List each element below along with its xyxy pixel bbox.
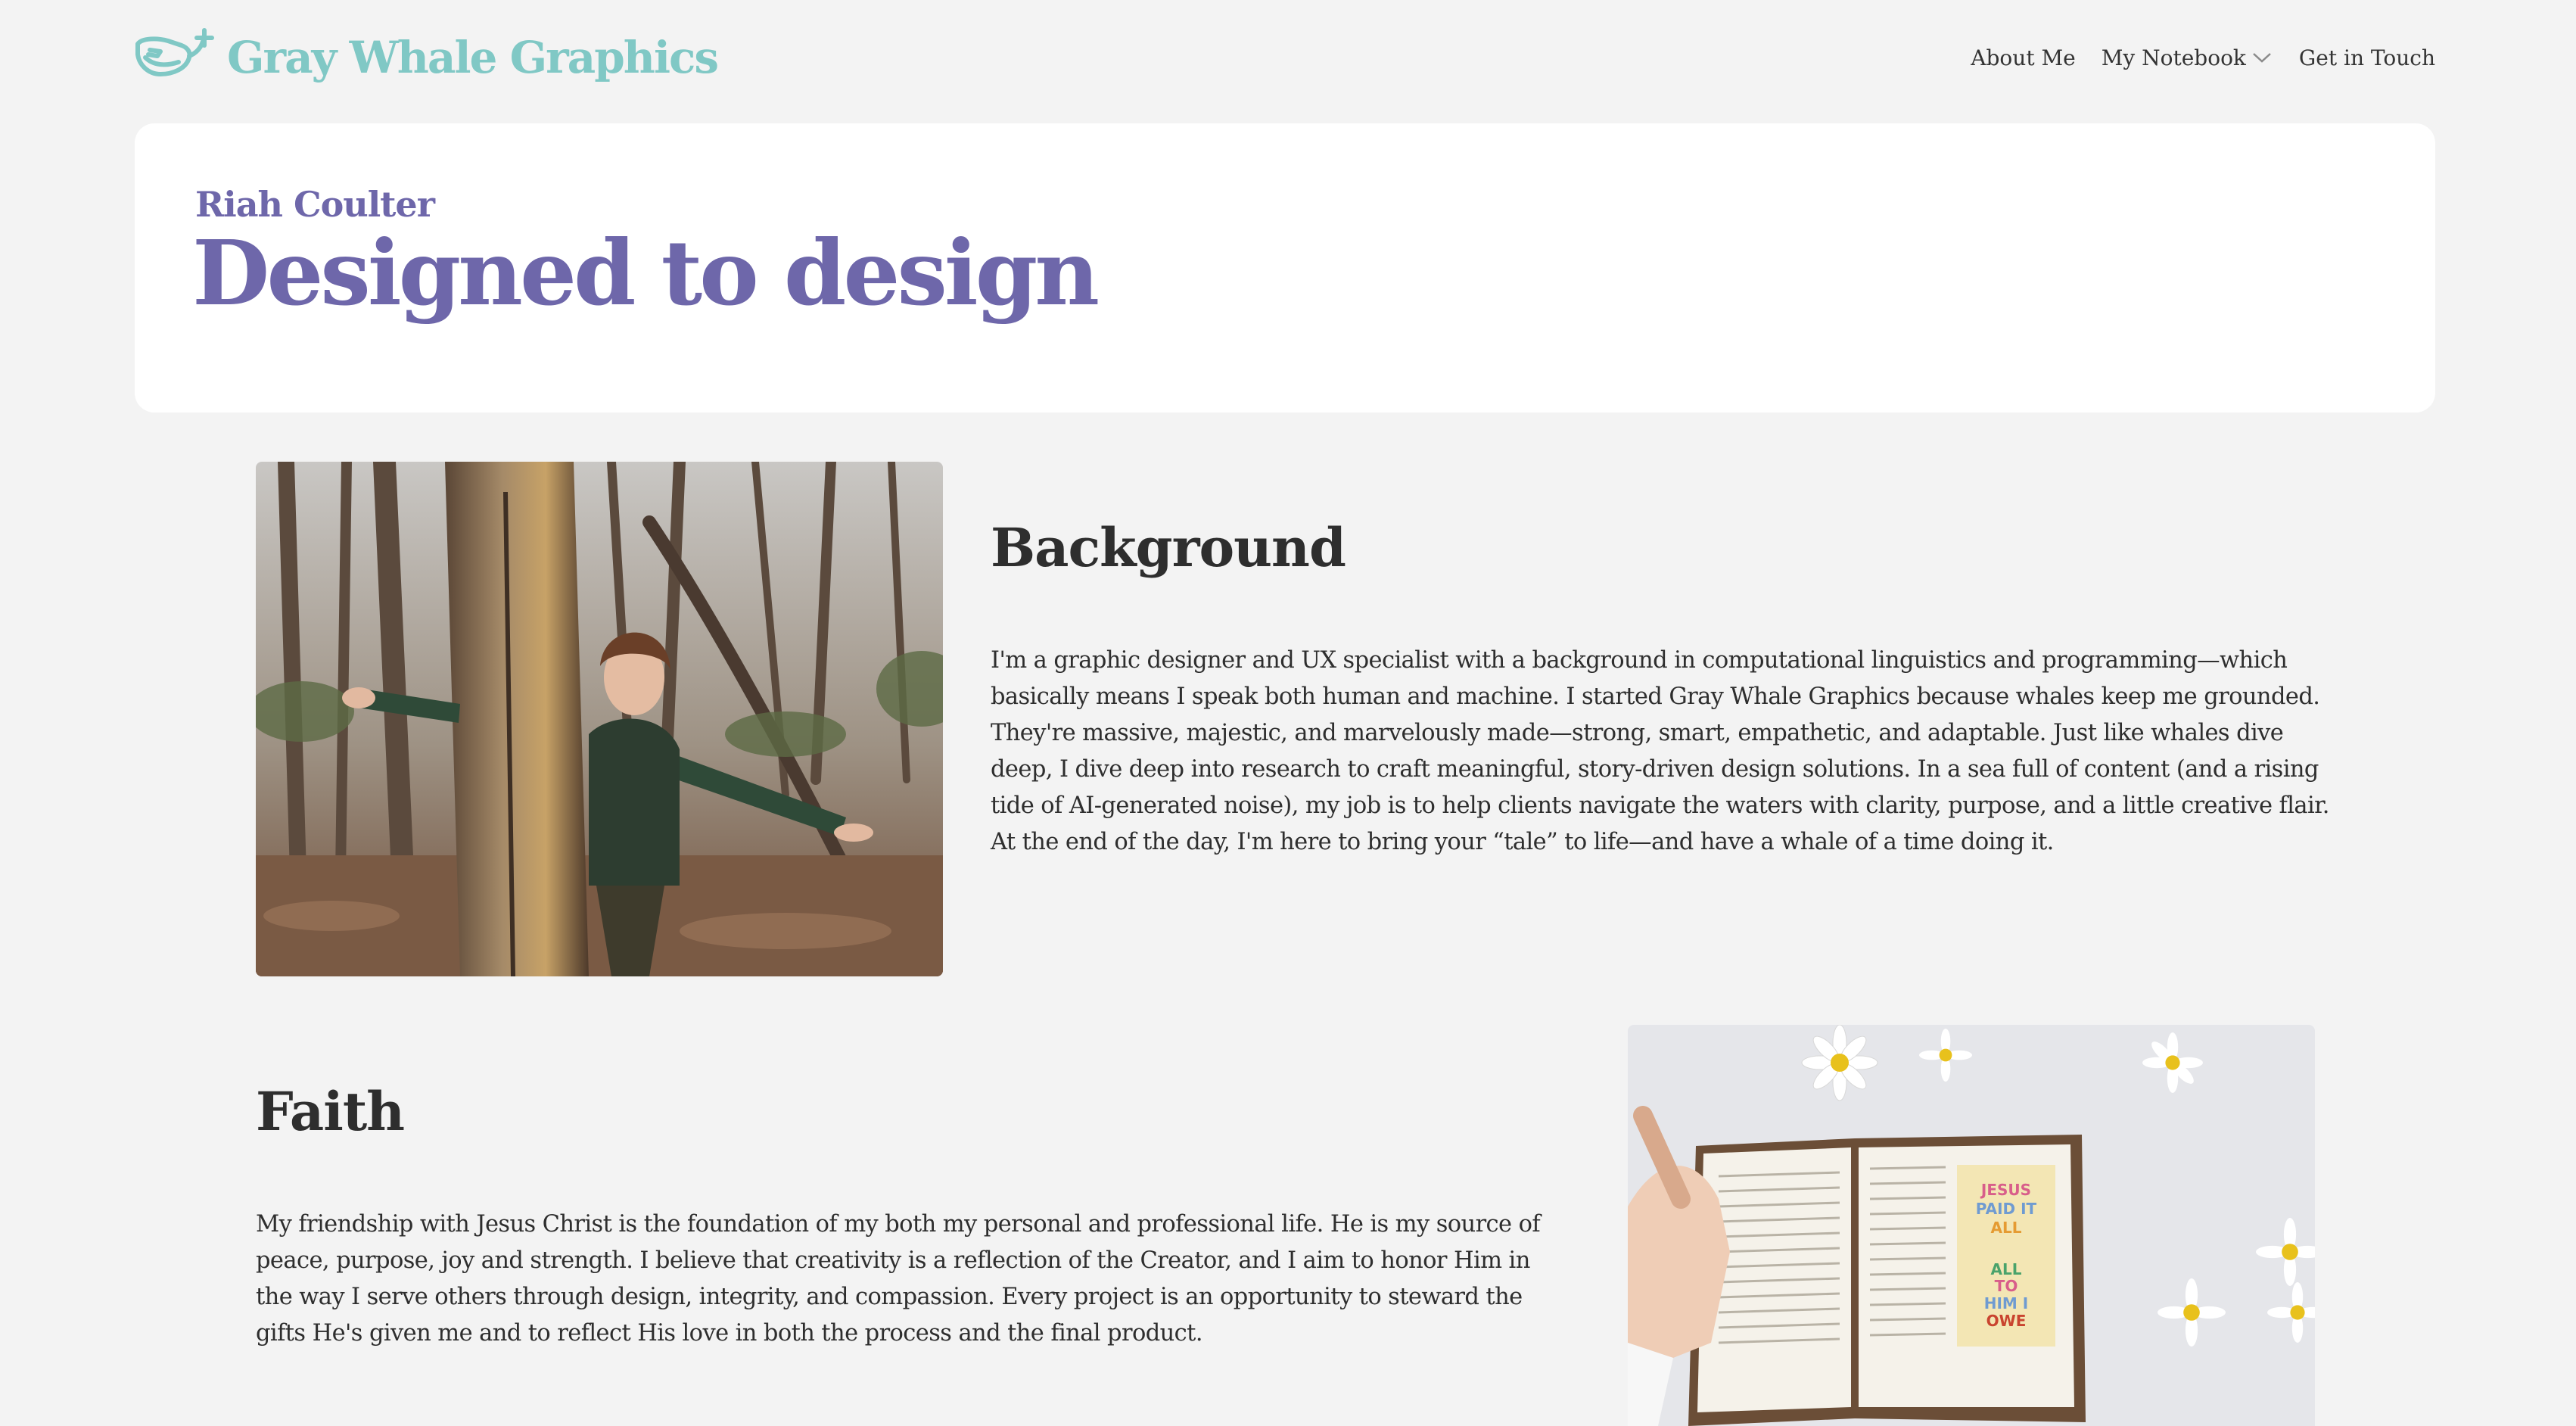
nav-get-in-touch[interactable]: Get in Touch (2299, 45, 2435, 70)
svg-text:OWE: OWE (1986, 1312, 2027, 1330)
nav-my-notebook[interactable]: My Notebook (2102, 45, 2273, 70)
nav-my-notebook-label: My Notebook (2101, 45, 2246, 70)
background-text: I'm a graphic designer and UX specialist… (991, 647, 2329, 855)
background-heading: Background (991, 516, 1346, 579)
svg-text:TO: TO (1995, 1277, 2018, 1295)
faith-photo: JESUS PAID IT ALL ALL TO HIM I OWE (1628, 1025, 2315, 1426)
chevron-down-icon (2253, 53, 2271, 63)
svg-text:ALL: ALL (1991, 1260, 2022, 1278)
background-photo (256, 462, 943, 976)
faith-heading: Faith (256, 1080, 405, 1143)
nav-about-me[interactable]: About Me (1971, 45, 2075, 70)
svg-text:HIM I: HIM I (1984, 1294, 2029, 1312)
main-nav: About Me My Notebook Get in Touch (1971, 27, 2435, 88)
brand-link[interactable]: Gray Whale Graphics (135, 27, 719, 88)
svg-text:JESUS: JESUS (1980, 1181, 2031, 1199)
page-title: Designed to design (192, 220, 1100, 325)
site-header: Gray Whale Graphics About Me My Notebook… (135, 27, 2435, 88)
faith-text: My friendship with Jesus Christ is the f… (256, 1211, 1541, 1347)
svg-text:PAID IT: PAID IT (1976, 1200, 2037, 1218)
hero-subtitle: Riah Coulter (195, 184, 435, 225)
svg-text:ALL: ALL (1991, 1219, 2022, 1237)
whale-icon (135, 28, 214, 76)
brand-name: Gray Whale Graphics (227, 32, 719, 83)
hero-card: Riah Coulter Designed to design (135, 123, 2435, 413)
